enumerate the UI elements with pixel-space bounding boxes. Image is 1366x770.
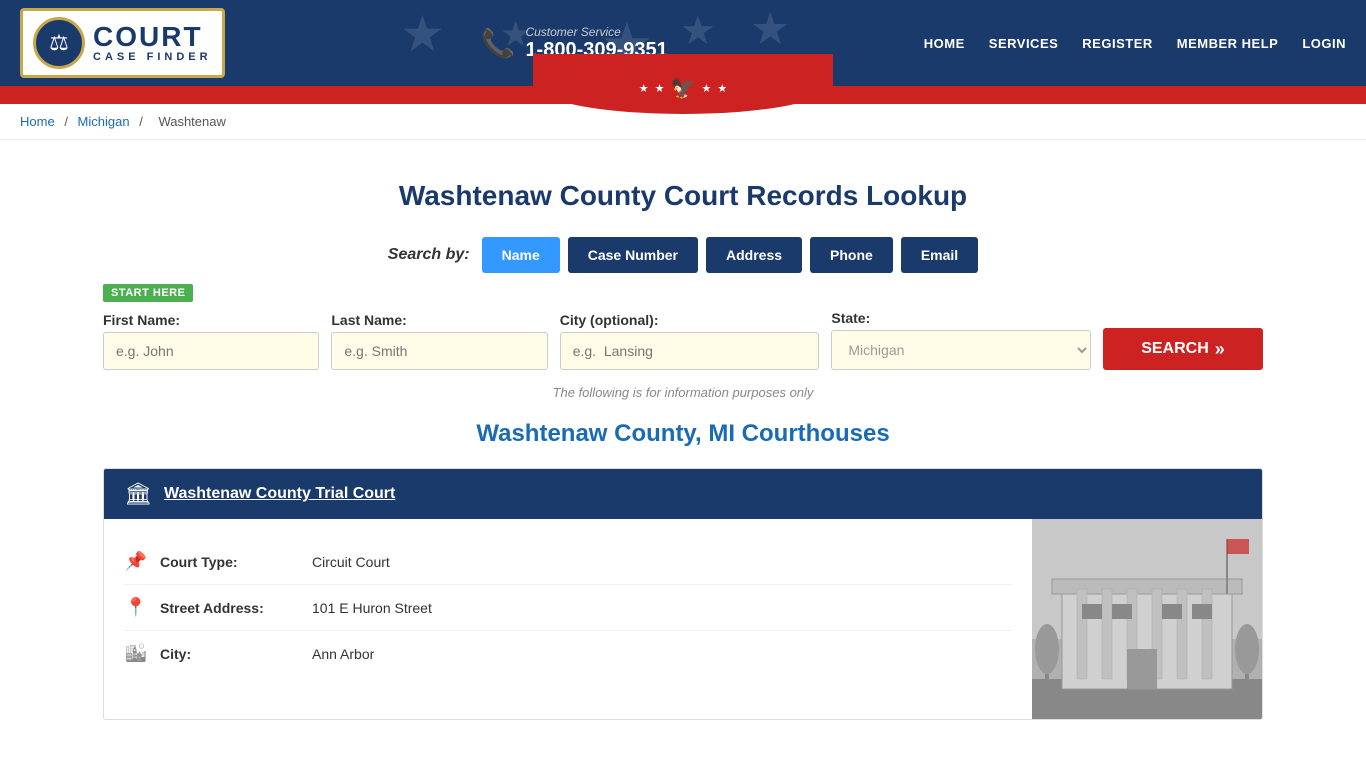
main-nav: HOME SERVICES REGISTER MEMBER HELP LOGIN (924, 36, 1346, 51)
logo-court-text: COURT (93, 23, 212, 51)
last-name-input[interactable] (331, 332, 547, 370)
courthouse-body: 📌 Court Type: Circuit Court 📍 Street Add… (104, 519, 1262, 719)
courthouse-image (1032, 519, 1262, 719)
tab-email[interactable]: Email (901, 237, 978, 273)
breadcrumb-sep-2: / (139, 114, 146, 129)
breadcrumb-michigan[interactable]: Michigan (78, 114, 130, 129)
last-name-label: Last Name: (331, 312, 547, 328)
last-name-group: Last Name: (331, 312, 547, 370)
city-input[interactable] (560, 332, 820, 370)
phone-icon: 📞 (481, 27, 516, 60)
nav-home[interactable]: HOME (924, 36, 965, 51)
star-right-1: ★ (701, 82, 711, 95)
start-here-badge: START HERE (103, 284, 193, 302)
search-chevrons-icon: » (1215, 339, 1225, 360)
logo-case-finder-text: CASE FINDER (93, 51, 212, 63)
search-by-row: Search by: Name Case Number Address Phon… (103, 237, 1263, 273)
state-group: State: Michigan Alabama Alaska Arizona C… (831, 310, 1091, 370)
logo-emblem: ⚖ (33, 17, 85, 69)
info-text: The following is for information purpose… (103, 385, 1263, 400)
detail-row-court-type: 📌 Court Type: Circuit Court (124, 539, 1012, 585)
courthouse-header: 🏛 Washtenaw County Trial Court (104, 469, 1262, 519)
search-by-label: Search by: (388, 246, 470, 264)
logo-text: COURT CASE FINDER (93, 23, 212, 63)
nav-register[interactable]: REGISTER (1082, 36, 1152, 51)
breadcrumb-sep-1: / (64, 114, 71, 129)
court-type-label: Court Type: (160, 554, 300, 570)
street-icon: 📍 (124, 597, 148, 618)
logo-box: ⚖ COURT CASE FINDER (20, 8, 225, 78)
courthouse-building-svg (1032, 519, 1262, 719)
courthouse-name[interactable]: Washtenaw County Trial Court (164, 485, 395, 503)
courthouses-title: Washtenaw County, MI Courthouses (103, 420, 1263, 448)
city-icon: 🏙 (124, 643, 148, 664)
city-detail-label: City: (160, 646, 300, 662)
main-content: Washtenaw County Court Records Lookup Se… (83, 140, 1283, 770)
tab-case-number[interactable]: Case Number (568, 237, 698, 273)
page-title: Washtenaw County Court Records Lookup (103, 180, 1263, 212)
eagle-stars: ★ ★ 🦅 ★ ★ (639, 76, 727, 101)
courthouse-card: 🏛 Washtenaw County Trial Court 📌 Court T… (103, 468, 1263, 720)
city-detail-value: Ann Arbor (312, 646, 374, 662)
first-name-input[interactable] (103, 332, 319, 370)
nav-login[interactable]: LOGIN (1302, 36, 1346, 51)
wave-center: ★ ★ 🦅 ★ ★ (533, 54, 833, 114)
street-label: Street Address: (160, 600, 300, 616)
city-group: City (optional): (560, 312, 820, 370)
nav-member-help[interactable]: MEMBER HELP (1177, 36, 1279, 51)
eagle-icon: 🦅 (671, 76, 696, 101)
search-form: First Name: Last Name: City (optional): … (103, 310, 1263, 370)
courthouse-details: 📌 Court Type: Circuit Court 📍 Street Add… (104, 519, 1032, 719)
nav-services[interactable]: SERVICES (989, 36, 1059, 51)
detail-row-city: 🏙 City: Ann Arbor (124, 631, 1012, 676)
tab-name[interactable]: Name (482, 237, 560, 273)
star-left-1: ★ (639, 82, 649, 95)
court-type-icon: 📌 (124, 551, 148, 572)
tab-phone[interactable]: Phone (810, 237, 893, 273)
star-right-2: ★ (717, 82, 727, 95)
tab-address[interactable]: Address (706, 237, 802, 273)
star-left-2: ★ (655, 82, 665, 95)
wave-banner: ★ ★ 🦅 ★ ★ (0, 86, 1366, 104)
city-label: City (optional): (560, 312, 820, 328)
search-button[interactable]: SEARCH » (1103, 328, 1263, 370)
state-label: State: (831, 310, 1091, 326)
form-container: START HERE First Name: Last Name: City (… (103, 283, 1263, 370)
emblem-icon: ⚖ (49, 30, 69, 56)
first-name-group: First Name: (103, 312, 319, 370)
breadcrumb-current: Washtenaw (158, 114, 225, 129)
first-name-label: First Name: (103, 312, 319, 328)
courthouse-building-icon: 🏛 (124, 481, 152, 507)
street-value: 101 E Huron Street (312, 600, 432, 616)
court-type-value: Circuit Court (312, 554, 390, 570)
logo-area: ⚖ COURT CASE FINDER (20, 8, 225, 78)
cs-label: Customer Service (525, 25, 667, 39)
detail-row-street: 📍 Street Address: 101 E Huron Street (124, 585, 1012, 631)
state-select[interactable]: Michigan Alabama Alaska Arizona Californ… (831, 330, 1091, 370)
search-button-label: SEARCH (1141, 340, 1209, 358)
breadcrumb-home[interactable]: Home (20, 114, 55, 129)
